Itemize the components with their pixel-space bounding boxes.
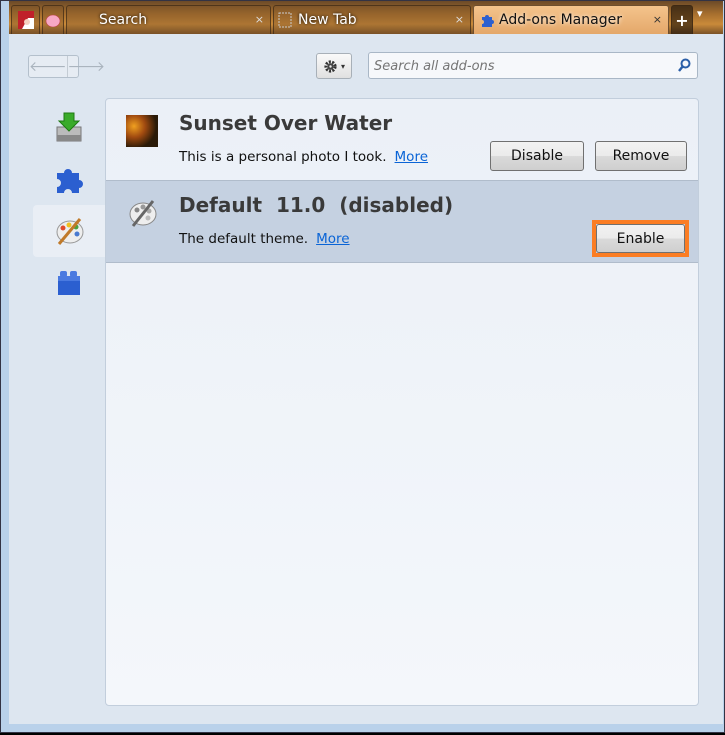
nav-buttons: 🡐 🡒 — [28, 55, 105, 78]
addon-description: The default theme. More — [179, 231, 350, 247]
puzzle-icon — [57, 169, 83, 193]
description-text: The default theme. — [179, 231, 309, 247]
addon-list: Sunset Over Water This is a personal pho… — [105, 98, 699, 706]
blank-page-icon — [278, 12, 292, 28]
more-link[interactable]: More — [395, 149, 428, 165]
addons-manager: 🡐 🡒 ▾ Sunset Over Water This is a person… — [9, 34, 723, 724]
download-tray-icon — [56, 112, 82, 142]
enable-button[interactable]: Enable — [596, 224, 685, 253]
forward-button[interactable]: 🡒 — [68, 56, 106, 77]
sidebar-item-appearance[interactable] — [33, 205, 105, 257]
more-link[interactable]: More — [316, 231, 349, 247]
category-sidebar — [33, 98, 105, 309]
tools-menu-button[interactable]: ▾ — [316, 53, 352, 79]
sidebar-item-plugins[interactable] — [33, 257, 105, 309]
tab-new-tab[interactable]: New Tab × — [273, 5, 471, 34]
tab-pinned-2[interactable] — [42, 5, 64, 34]
back-button[interactable]: 🡐 — [29, 56, 68, 77]
sidebar-item-extensions[interactable] — [33, 153, 105, 205]
tab-list-button[interactable]: ▾ — [697, 7, 703, 20]
sidebar-item-get-addons[interactable] — [33, 101, 105, 153]
tab-addons-manager[interactable]: Add-ons Manager × — [473, 5, 669, 34]
disable-button[interactable]: Disable — [490, 141, 584, 171]
palette-icon — [56, 218, 84, 245]
close-icon[interactable]: × — [455, 13, 464, 26]
gear-icon — [324, 59, 337, 73]
search-icon[interactable] — [677, 58, 691, 72]
tab-label: Search — [99, 12, 148, 28]
remove-button[interactable]: Remove — [595, 141, 687, 171]
addon-description: This is a personal photo I took. More — [179, 149, 428, 165]
tab-bar: Search × New Tab × Add-ons Manager × + ▾ — [9, 1, 723, 34]
addon-item-default-theme[interactable]: Default 11.0 (disabled) The default them… — [106, 181, 698, 263]
tab-label: Add-ons Manager — [499, 12, 622, 28]
window-frame: Search × New Tab × Add-ons Manager × + ▾… — [0, 0, 725, 733]
lego-block-icon — [58, 271, 80, 295]
search-input[interactable] — [374, 59, 664, 74]
addon-item-sunset-over-water[interactable]: Sunset Over Water This is a personal pho… — [106, 99, 698, 181]
tab-label: New Tab — [298, 12, 357, 28]
addon-name: Default 11.0 (disabled) — [179, 193, 454, 217]
chevron-down-icon: ▾ — [340, 61, 345, 71]
tab-search[interactable]: Search × — [66, 5, 271, 34]
close-icon[interactable]: × — [255, 13, 264, 26]
pink-blob-icon — [45, 14, 61, 27]
tab-pinned-1[interactable] — [11, 5, 40, 34]
palette-icon — [129, 200, 157, 227]
close-icon[interactable]: × — [653, 13, 662, 26]
theme-thumbnail — [126, 115, 158, 147]
addon-name: Sunset Over Water — [179, 111, 393, 135]
new-tab-button[interactable]: + — [671, 5, 693, 34]
puzzle-icon — [482, 15, 494, 27]
description-text: This is a personal photo I took. — [179, 149, 387, 165]
search-field[interactable] — [368, 52, 698, 79]
anime-avatar-icon — [17, 11, 34, 29]
